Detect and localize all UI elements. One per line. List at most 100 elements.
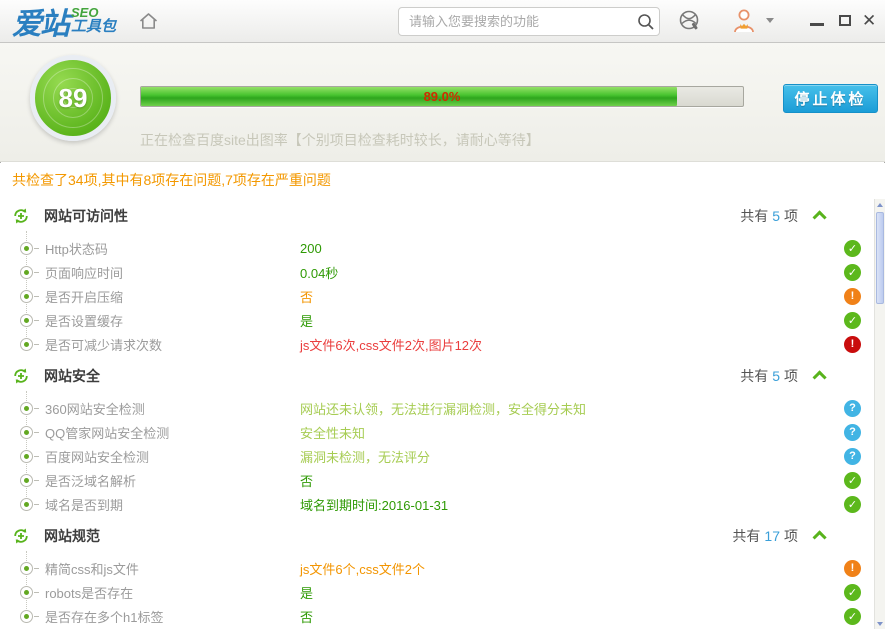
check-value: 否 — [300, 607, 313, 626]
section-title: 网站规范 — [44, 526, 100, 546]
check-value: js文件6个,css文件2个 — [300, 559, 425, 578]
check-row: 是否可减少请求次数 js文件6次,css文件2次,图片12次 — [0, 332, 885, 356]
search-icon[interactable] — [633, 8, 659, 35]
summary-text: 共检查了34项,其中有8项存在问题,7项存在严重问题 — [0, 163, 885, 196]
check-row: 百度网站安全检测 漏洞未检测，无法评分 — [0, 444, 885, 468]
section-count: 共有5项 — [740, 366, 798, 386]
status-icon — [844, 400, 861, 417]
section-rows: Http状态码 200 页面响应时间 0.04秒 是否开启压缩 否 是否设置缓存… — [0, 236, 885, 356]
check-value: 是 — [300, 311, 313, 330]
chevron-up-icon[interactable] — [813, 210, 827, 224]
section-count: 共有17项 — [732, 526, 798, 546]
health-check-panel: 89 89.0% 停止体检 正在检查百度site出图率【个别项目检查耗时较长，请… — [0, 43, 885, 162]
progress-percent: 89.0% — [141, 87, 743, 106]
scrollbar — [874, 199, 885, 629]
chevron-down-icon[interactable] — [766, 18, 774, 23]
check-value: 否 — [300, 287, 313, 306]
check-row: 页面响应时间 0.04秒 — [0, 260, 885, 284]
status-icon — [844, 472, 861, 489]
check-label: 百度网站安全检测 — [45, 447, 149, 466]
bullet-icon — [20, 314, 33, 327]
chevron-up-icon[interactable] — [813, 370, 827, 384]
bullet-icon — [20, 402, 33, 415]
check-row: 是否设置缓存 是 — [0, 308, 885, 332]
minimize-icon[interactable] — [810, 23, 824, 26]
scroll-down-icon[interactable] — [876, 618, 884, 629]
check-row: 是否开启压缩 否 — [0, 284, 885, 308]
scrollbar-thumb[interactable] — [876, 212, 884, 304]
status-icon — [844, 448, 861, 465]
bullet-icon — [20, 498, 33, 511]
bullet-icon — [20, 338, 33, 351]
check-row: QQ管家网站安全检测 安全性未知 — [0, 420, 885, 444]
score-value: 89 — [59, 83, 88, 114]
check-value: js文件6次,css文件2次,图片12次 — [300, 335, 482, 354]
check-status-message: 正在检查百度site出图率【个别项目检查耗时较长，请耐心等待】 — [140, 130, 540, 150]
check-label: QQ管家网站安全检测 — [45, 423, 169, 442]
bullet-icon — [20, 426, 33, 439]
section-title: 网站可访问性 — [44, 206, 128, 226]
bullet-icon — [20, 562, 33, 575]
check-value: 域名到期时间:2016-01-31 — [300, 495, 448, 514]
results-area: 共检查了34项,其中有8项存在问题,7项存在严重问题 网站可访问性 共有5项 H… — [0, 163, 885, 630]
check-row: Http状态码 200 — [0, 236, 885, 260]
status-icon — [844, 584, 861, 601]
search-input[interactable] — [399, 14, 633, 29]
status-icon — [844, 424, 861, 441]
check-value: 漏洞未检测，无法评分 — [300, 447, 430, 466]
close-icon[interactable]: ✕ — [862, 10, 876, 32]
app-logo: 爱站 SEO 工具包 — [12, 0, 116, 43]
status-icon — [844, 312, 861, 329]
chevron-up-icon[interactable] — [813, 530, 827, 544]
check-label: 是否开启压缩 — [45, 287, 123, 306]
title-bar: 爱站 SEO 工具包 — [0, 0, 885, 43]
status-icon — [844, 560, 861, 577]
logo-text-main: 爱站 — [12, 0, 68, 43]
user-vip-icon[interactable] — [731, 7, 757, 40]
bullet-icon — [20, 586, 33, 599]
check-label: 是否可减少请求次数 — [45, 335, 162, 354]
check-row: 精简css和js文件 js文件6个,css文件2个 — [0, 556, 885, 580]
globe-wrench-icon[interactable] — [678, 9, 701, 37]
check-label: Http状态码 — [45, 239, 108, 258]
scroll-up-icon[interactable] — [876, 199, 884, 210]
check-label: 页面响应时间 — [45, 263, 123, 282]
bullet-icon — [20, 242, 33, 255]
stop-check-button[interactable]: 停止体检 — [783, 84, 878, 113]
refresh-scan-icon — [12, 207, 30, 225]
check-label: 是否存在多个h1标签 — [45, 607, 163, 626]
app-window: 爱站 SEO 工具包 — [0, 0, 885, 630]
bullet-icon — [20, 266, 33, 279]
section-header-accessibility: 网站可访问性 共有5项 — [0, 196, 885, 236]
section-rows: 360网站安全检测 网站还未认领，无法进行漏洞检测，安全得分未知 QQ管家网站安… — [0, 396, 885, 516]
section-rows: 精简css和js文件 js文件6个,css文件2个 robots是否存在 是 是… — [0, 556, 885, 628]
section-header-standards: 网站规范 共有17项 — [0, 516, 885, 556]
check-label: 是否泛域名解析 — [45, 471, 136, 490]
bullet-icon — [20, 450, 33, 463]
check-value: 否 — [300, 471, 313, 490]
section-count: 共有5项 — [740, 206, 798, 226]
check-row: robots是否存在 是 — [0, 580, 885, 604]
home-icon[interactable] — [136, 9, 160, 33]
status-icon — [844, 496, 861, 513]
refresh-scan-icon — [12, 527, 30, 545]
check-label: 域名是否到期 — [45, 495, 123, 514]
status-icon — [844, 608, 861, 625]
check-value: 安全性未知 — [300, 423, 365, 442]
check-label: 360网站安全检测 — [45, 399, 145, 418]
bullet-icon — [20, 610, 33, 623]
maximize-icon[interactable] — [839, 15, 851, 26]
check-row: 域名是否到期 域名到期时间:2016-01-31 — [0, 492, 885, 516]
search-box — [398, 7, 660, 36]
refresh-scan-icon — [12, 367, 30, 385]
check-label: robots是否存在 — [45, 583, 133, 602]
check-value: 0.04秒 — [300, 263, 338, 282]
check-label: 是否设置缓存 — [45, 311, 123, 330]
bullet-icon — [20, 290, 33, 303]
check-row: 是否存在多个h1标签 否 — [0, 604, 885, 628]
status-icon — [844, 288, 861, 305]
check-row: 360网站安全检测 网站还未认领，无法进行漏洞检测，安全得分未知 — [0, 396, 885, 420]
progress-bar: 89.0% — [140, 86, 744, 107]
check-value: 网站还未认领，无法进行漏洞检测，安全得分未知 — [300, 399, 586, 418]
check-value: 200 — [300, 241, 322, 256]
